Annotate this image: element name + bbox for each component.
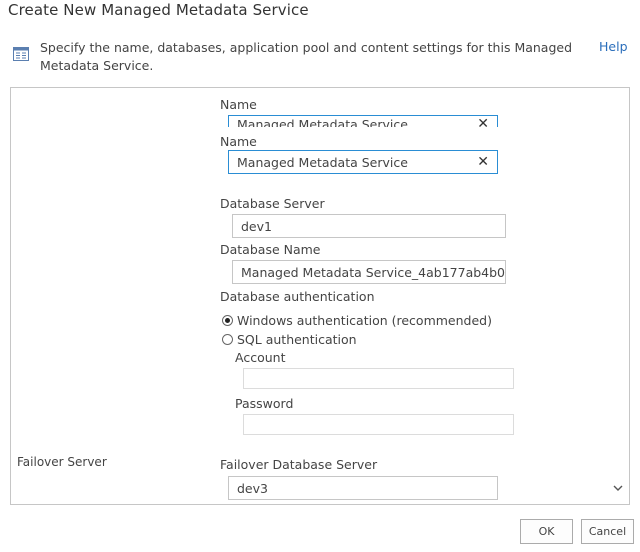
account-input[interactable] bbox=[243, 368, 514, 389]
password-input[interactable] bbox=[243, 414, 514, 435]
clear-icon[interactable]: ✕ bbox=[477, 116, 489, 127]
sql-auth-label: SQL authentication bbox=[237, 332, 357, 347]
clear-icon-2[interactable]: ✕ bbox=[477, 154, 489, 170]
name-label-2: Name bbox=[220, 134, 257, 149]
dialog-title: Create New Managed Metadata Service bbox=[8, 1, 309, 19]
windows-auth-radio[interactable]: Windows authentication (recommended) bbox=[222, 313, 492, 328]
dialog-description: Specify the name, databases, application… bbox=[40, 40, 573, 73]
database-server-label: Database Server bbox=[220, 196, 325, 211]
scroll-down-icon[interactable] bbox=[613, 484, 623, 492]
name-input-clipped[interactable]: Managed Metadata Service ✕ bbox=[228, 115, 498, 127]
database-server-input[interactable]: dev1 bbox=[232, 214, 506, 238]
account-label: Account bbox=[235, 350, 286, 365]
create-managed-metadata-dialog: Create New Managed Metadata Service Spec… bbox=[0, 0, 640, 552]
windows-auth-label: Windows authentication (recommended) bbox=[237, 313, 492, 328]
name-input-value-2: Managed Metadata Service bbox=[237, 155, 408, 170]
sql-auth-radio[interactable]: SQL authentication bbox=[222, 332, 357, 347]
failover-database-server-label: Failover Database Server bbox=[220, 457, 378, 472]
database-name-input[interactable]: Managed Metadata Service_4ab177ab4b044fa bbox=[232, 260, 506, 284]
failover-database-server-input[interactable]: dev3 bbox=[228, 476, 498, 500]
name-label: Name bbox=[220, 97, 257, 112]
name-input[interactable]: Managed Metadata Service ✕ bbox=[228, 150, 498, 174]
cancel-button[interactable]: Cancel bbox=[581, 519, 634, 544]
database-auth-label: Database authentication bbox=[220, 289, 375, 304]
ok-button[interactable]: OK bbox=[520, 519, 573, 544]
name-input-value: Managed Metadata Service bbox=[237, 117, 408, 128]
radio-unchecked-icon bbox=[222, 334, 233, 345]
radio-checked-icon bbox=[222, 315, 233, 326]
form-info-icon bbox=[13, 47, 29, 61]
failover-server-section-title: Failover Server bbox=[17, 455, 107, 469]
help-link[interactable]: Help bbox=[599, 39, 628, 54]
password-label: Password bbox=[235, 396, 294, 411]
database-name-label: Database Name bbox=[220, 242, 321, 257]
form-scroll-area[interactable]: Name Managed Metadata Service ✕ Name Man… bbox=[10, 87, 630, 505]
